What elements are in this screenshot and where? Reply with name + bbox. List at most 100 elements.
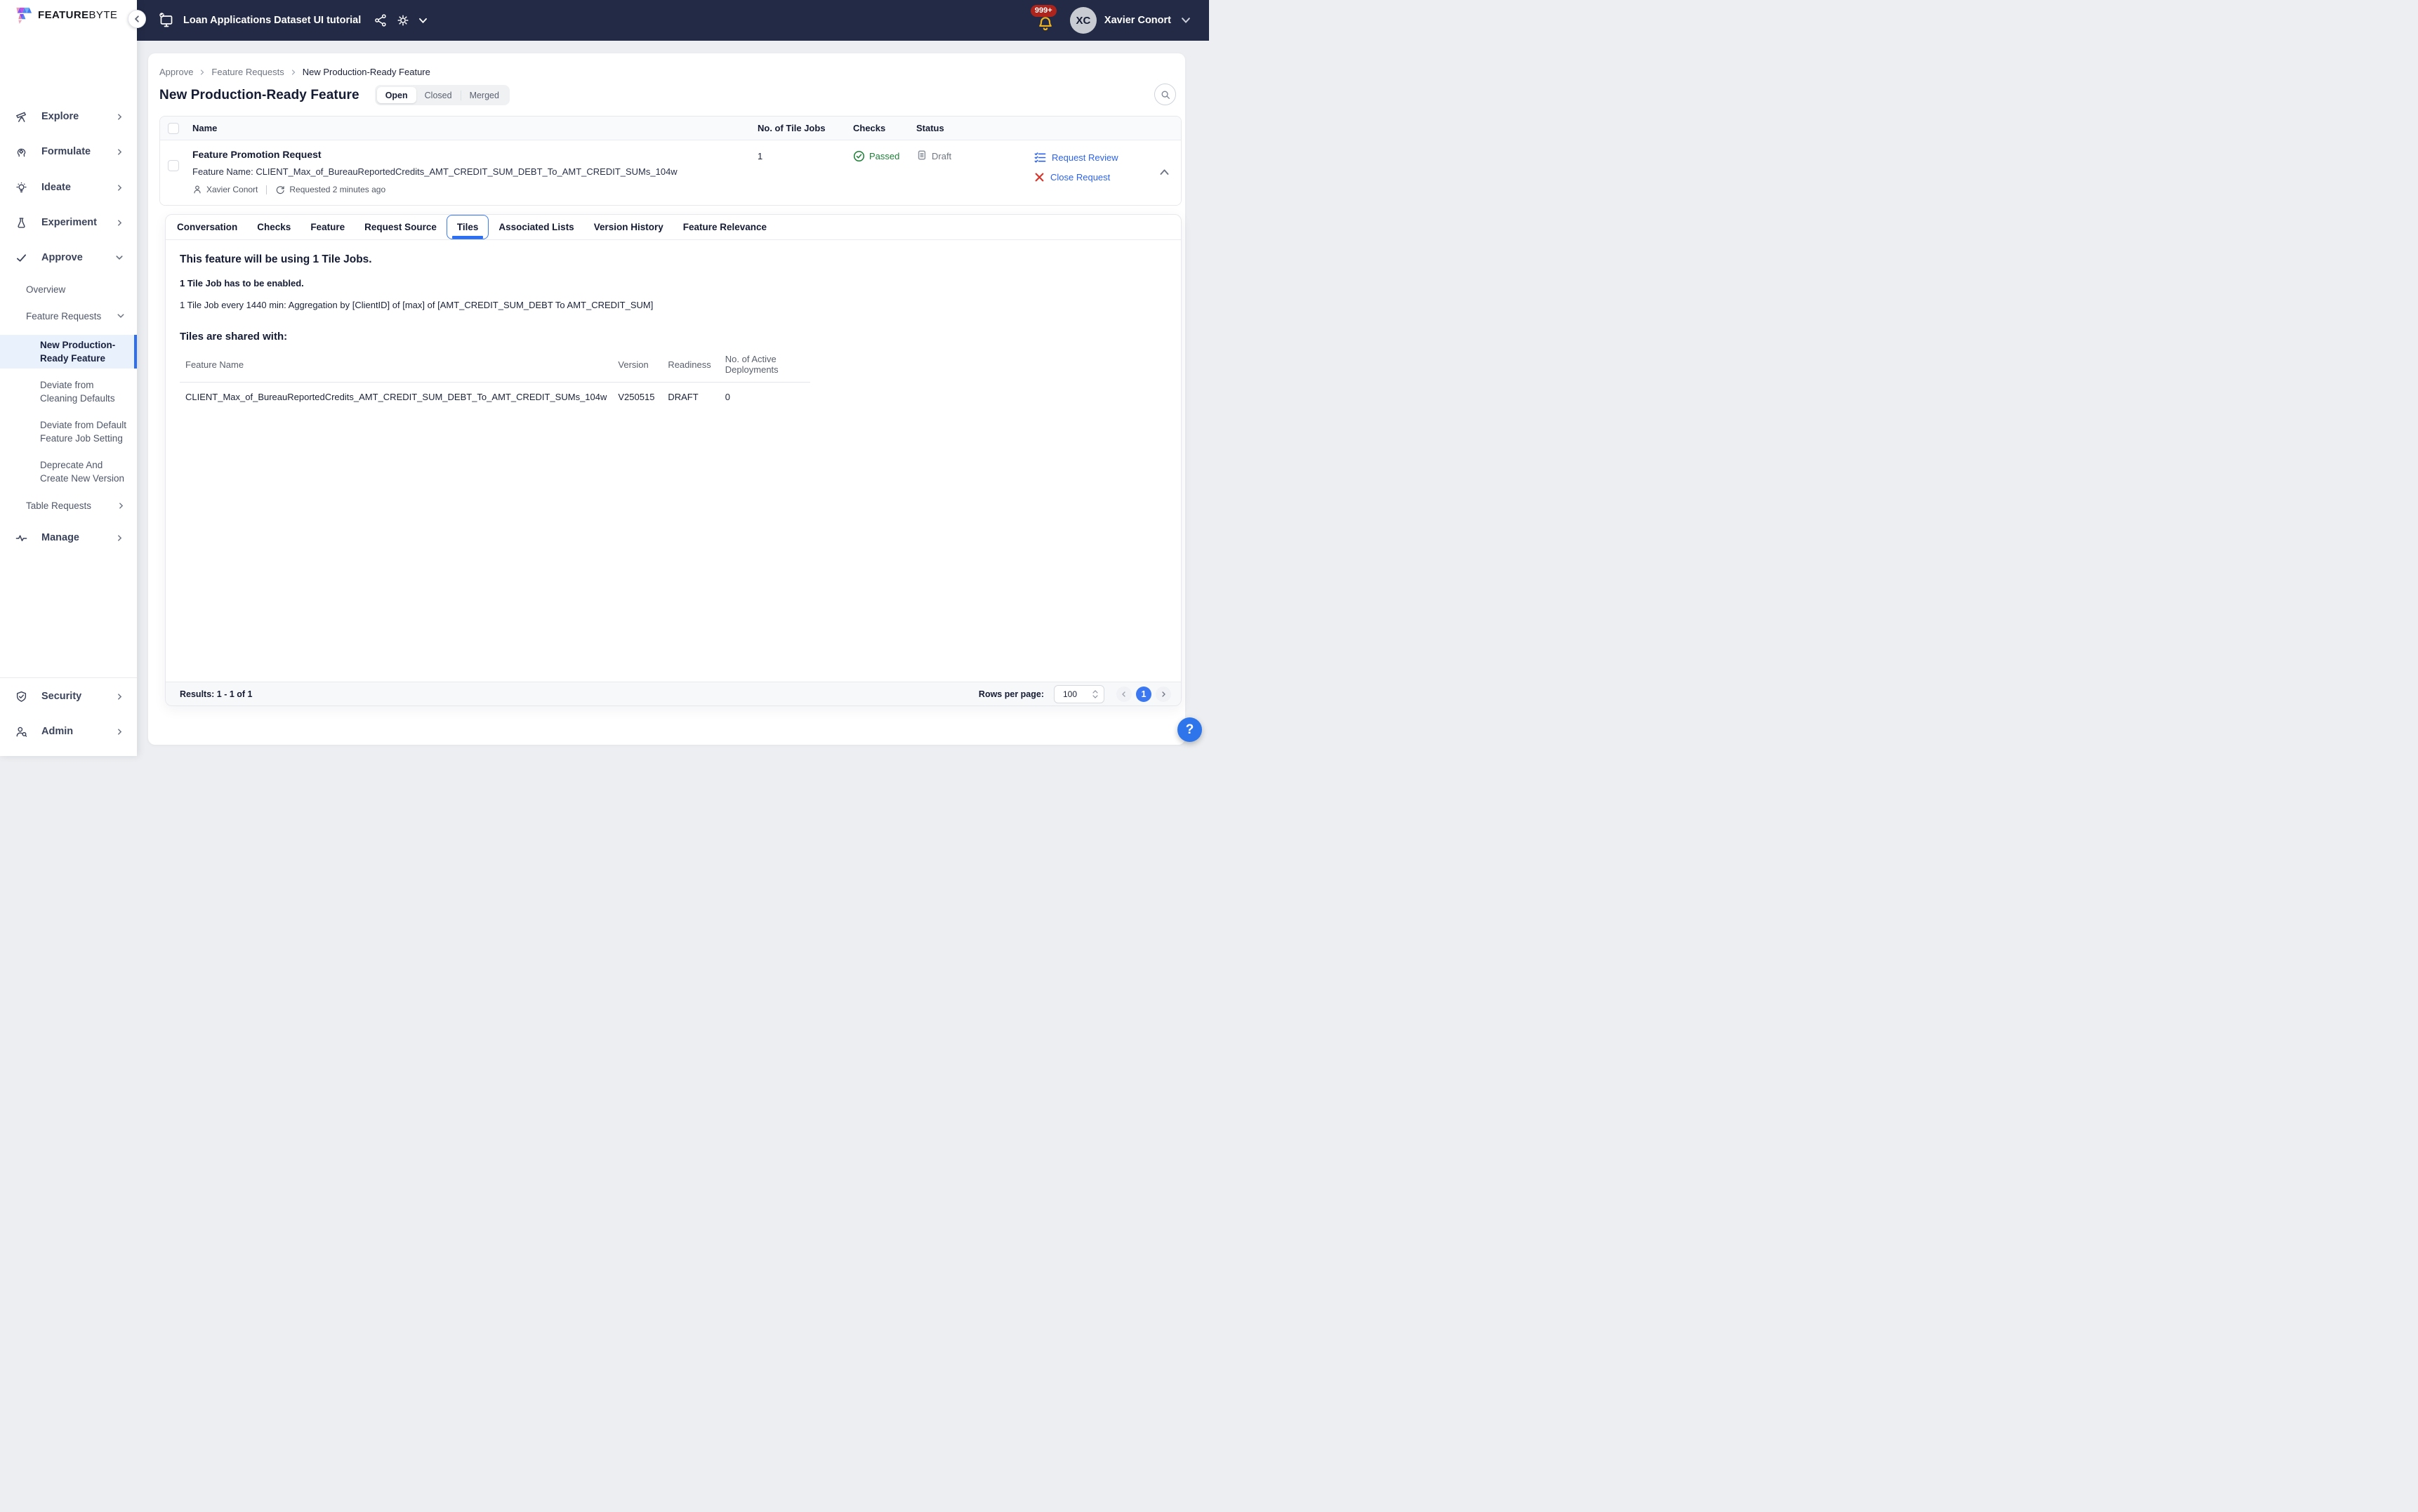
chevron-right-icon bbox=[117, 185, 123, 191]
results-count: Results: 1 - 1 of 1 bbox=[180, 689, 253, 699]
sidebar-item-experiment[interactable]: Experiment bbox=[0, 211, 137, 234]
tab-checks[interactable]: Checks bbox=[247, 215, 300, 239]
column-header-tile-jobs: No. of Tile Jobs bbox=[758, 123, 853, 133]
detail-tabs: Conversation Checks Feature Request Sour… bbox=[166, 215, 1181, 240]
sidebar-item-deviate-from-default-feature-job-setting[interactable]: Deviate from Default Feature Job Setting bbox=[0, 416, 137, 447]
sidebar-collapse-button[interactable] bbox=[128, 10, 146, 28]
breadcrumb-feature-requests[interactable]: Feature Requests bbox=[211, 67, 284, 77]
breadcrumb-approve[interactable]: Approve bbox=[159, 67, 193, 77]
sidebar: FEATUREBYTE Explore Formulate Ideate Exp… bbox=[0, 0, 137, 756]
shared-column-readiness: Readiness bbox=[662, 351, 719, 383]
filter-merged-button[interactable]: Merged bbox=[461, 87, 508, 103]
sidebar-item-table-requests[interactable]: Table Requests bbox=[0, 498, 137, 513]
rows-per-page-select[interactable]: 100 bbox=[1054, 685, 1104, 703]
requested-time: Requested 2 minutes ago bbox=[289, 185, 385, 194]
tab-version-history[interactable]: Version History bbox=[584, 215, 673, 239]
breadcrumb-separator-icon bbox=[291, 69, 296, 75]
chevron-down-icon[interactable] bbox=[1181, 15, 1191, 25]
table-row[interactable]: Feature Promotion Request Feature Name: … bbox=[160, 140, 1181, 205]
flask-icon bbox=[15, 217, 27, 229]
share-icon[interactable] bbox=[374, 13, 388, 27]
user-name: Xavier Conort bbox=[1104, 15, 1171, 26]
rows-per-page-value: 100 bbox=[1063, 689, 1077, 699]
tab-request-source[interactable]: Request Source bbox=[355, 215, 447, 239]
sidebar-item-deviate-from-cleaning-defaults[interactable]: Deviate from Cleaning Defaults bbox=[0, 376, 137, 407]
help-button[interactable]: ? bbox=[1177, 717, 1202, 742]
sidebar-item-admin[interactable]: Admin bbox=[0, 719, 137, 743]
chevron-right-icon bbox=[117, 220, 123, 226]
sidebar-item-manage[interactable]: Manage bbox=[0, 526, 137, 550]
row-collapse-button[interactable] bbox=[1159, 167, 1170, 178]
sidebar-item-label: Formulate bbox=[41, 146, 91, 157]
chevron-right-icon bbox=[1161, 691, 1166, 697]
request-review-button[interactable]: Request Review bbox=[1034, 152, 1181, 164]
tab-associated-lists[interactable]: Associated Lists bbox=[489, 215, 583, 239]
sidebar-item-formulate[interactable]: Formulate bbox=[0, 140, 137, 164]
sidebar-item-ideate[interactable]: Ideate bbox=[0, 175, 137, 199]
select-all-checkbox[interactable] bbox=[168, 123, 179, 134]
workspace-title[interactable]: Loan Applications Dataset UI tutorial bbox=[183, 15, 361, 26]
sidebar-item-label: Overview bbox=[26, 284, 65, 295]
lightbulb-icon bbox=[15, 182, 27, 194]
row-checkbox[interactable] bbox=[168, 160, 179, 171]
featurebyte-logo[interactable]: FEATUREBYTE bbox=[15, 6, 117, 24]
tab-conversation[interactable]: Conversation bbox=[167, 215, 247, 239]
tab-tiles[interactable]: Tiles bbox=[447, 215, 489, 239]
shared-readiness: DRAFT bbox=[662, 383, 719, 406]
shared-feature-name: CLIENT_Max_of_BureauReportedCredits_AMT_… bbox=[180, 383, 612, 406]
search-icon bbox=[1160, 89, 1171, 100]
shared-column-deployments: No. of Active Deployments bbox=[720, 351, 810, 383]
sidebar-item-new-production-ready-feature[interactable]: New Production-Ready Feature bbox=[0, 335, 137, 369]
sidebar-item-security[interactable]: Security bbox=[0, 684, 137, 708]
request-review-label: Request Review bbox=[1052, 152, 1118, 163]
sidebar-item-feature-requests[interactable]: Feature Requests bbox=[0, 308, 137, 324]
draft-document-icon bbox=[916, 150, 927, 161]
tab-feature-relevance[interactable]: Feature Relevance bbox=[673, 215, 777, 239]
chevron-right-icon bbox=[117, 114, 123, 120]
chevron-up-icon bbox=[1159, 167, 1170, 178]
chevron-right-icon bbox=[117, 149, 123, 155]
page-title: New Production-Ready Feature bbox=[159, 88, 359, 103]
filter-closed-button[interactable]: Closed bbox=[416, 87, 461, 103]
gear-icon[interactable] bbox=[396, 13, 410, 27]
request-title: Feature Promotion Request bbox=[192, 149, 758, 160]
sidebar-item-label: Explore bbox=[41, 111, 79, 122]
sidebar-item-label: Experiment bbox=[41, 217, 97, 228]
column-header-name: Name bbox=[192, 123, 758, 133]
shared-tiles-row: CLIENT_Max_of_BureauReportedCredits_AMT_… bbox=[180, 383, 810, 406]
close-request-label: Close Request bbox=[1050, 172, 1110, 183]
user-icon bbox=[192, 185, 202, 194]
refresh-icon bbox=[275, 185, 285, 194]
filter-open-button[interactable]: Open bbox=[377, 87, 416, 103]
search-button[interactable] bbox=[1154, 84, 1176, 105]
featurebyte-logo-icon bbox=[15, 6, 33, 24]
sidebar-item-overview[interactable]: Overview bbox=[0, 281, 137, 297]
sidebar-item-label: Ideate bbox=[41, 182, 71, 193]
previous-page-button[interactable] bbox=[1116, 687, 1132, 702]
bell-icon bbox=[1036, 15, 1055, 33]
requester-name: Xavier Conort bbox=[206, 185, 258, 194]
chevron-right-icon bbox=[117, 535, 123, 541]
avatar[interactable]: XC bbox=[1070, 7, 1097, 34]
chevron-down-icon[interactable] bbox=[418, 16, 428, 25]
chevron-left-icon bbox=[133, 15, 140, 22]
tiles-enable-line: 1 Tile Job has to be enabled. bbox=[180, 278, 1167, 289]
request-status: Draft bbox=[932, 151, 951, 161]
meta-divider bbox=[266, 185, 267, 194]
select-stepper-icon bbox=[1092, 690, 1098, 698]
tab-feature[interactable]: Feature bbox=[300, 215, 355, 239]
sidebar-item-approve[interactable]: Approve bbox=[0, 246, 137, 270]
sidebar-item-label: New Production-Ready Feature bbox=[40, 338, 131, 365]
next-page-button[interactable] bbox=[1156, 687, 1171, 702]
current-page-button[interactable]: 1 bbox=[1136, 687, 1151, 702]
shield-icon bbox=[15, 691, 27, 703]
sidebar-item-label: Feature Requests bbox=[26, 311, 101, 321]
sidebar-item-explore[interactable]: Explore bbox=[0, 105, 137, 128]
activity-pulse-icon bbox=[15, 532, 27, 544]
chevron-right-icon bbox=[117, 694, 123, 700]
sidebar-item-deprecate-and-create-new-version[interactable]: Deprecate And Create New Version bbox=[0, 456, 137, 487]
shared-tiles-table: Feature Name Version Readiness No. of Ac… bbox=[180, 351, 810, 405]
notifications-button[interactable]: 999+ bbox=[1035, 6, 1059, 34]
tiles-schedule-line: 1 Tile Job every 1440 min: Aggregation b… bbox=[180, 300, 1167, 310]
feature-requests-table: Name No. of Tile Jobs Checks Status Feat… bbox=[159, 116, 1182, 206]
